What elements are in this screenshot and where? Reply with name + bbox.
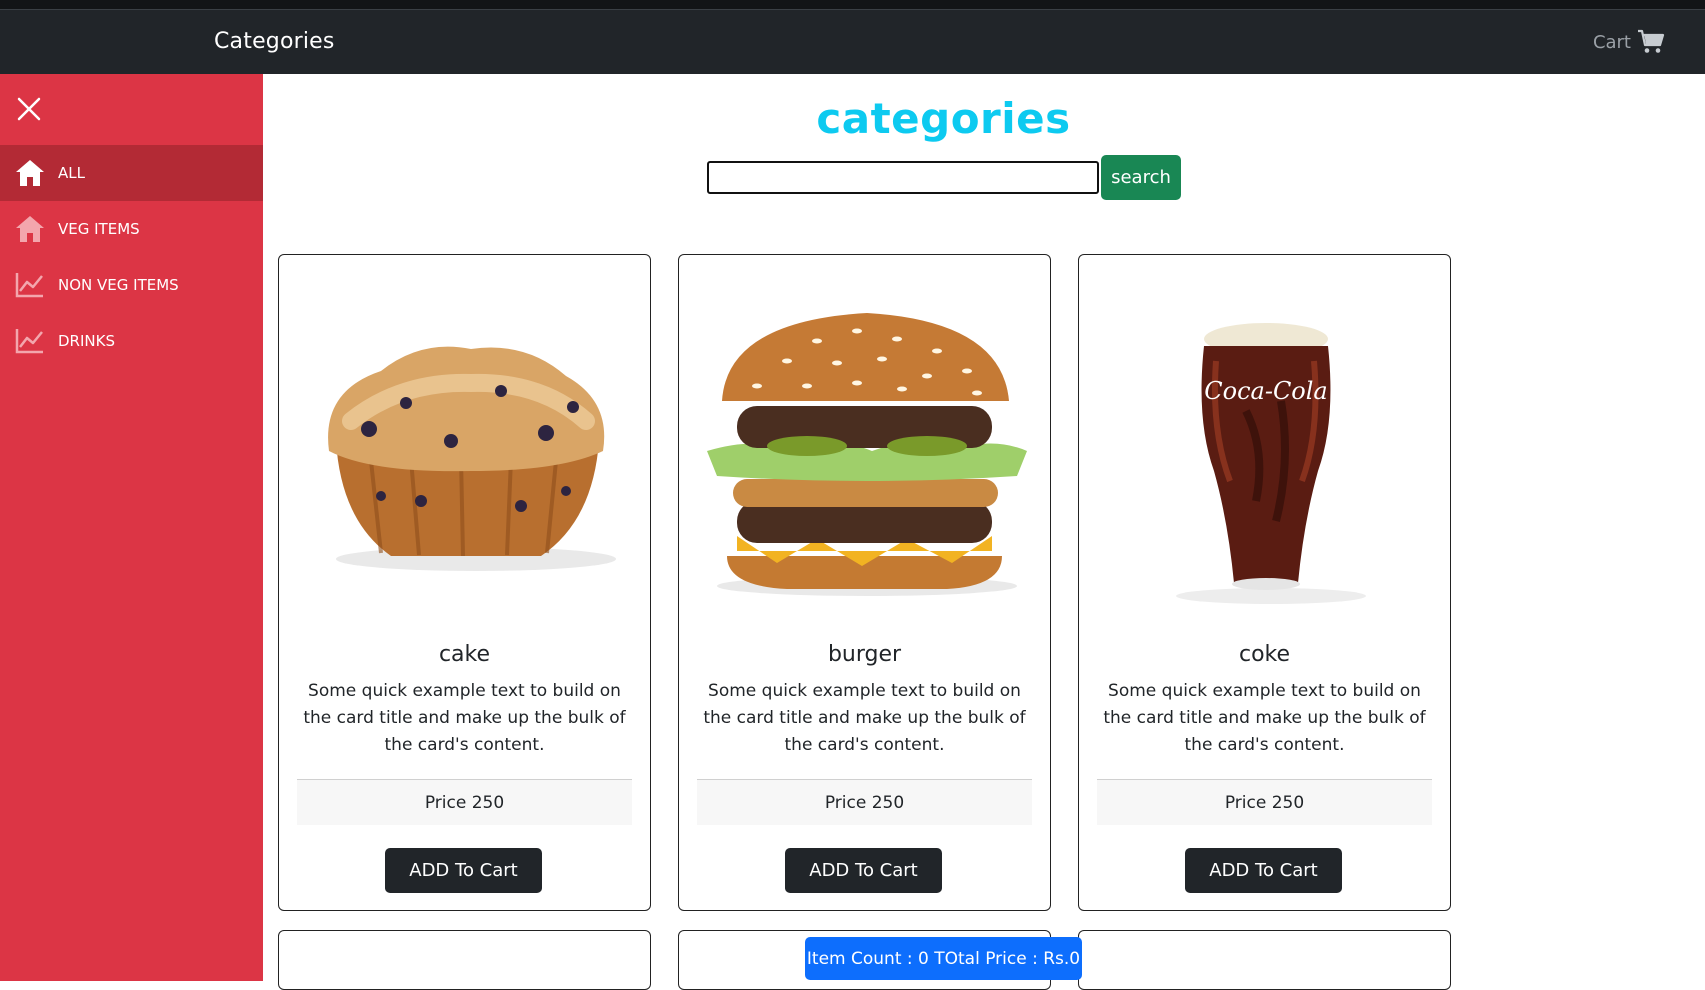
card-text: Some quick example text to build on the … xyxy=(703,681,1026,755)
window-top-strip xyxy=(0,0,1705,10)
add-to-cart-button[interactable]: ADD To Cart xyxy=(785,848,942,893)
product-card-partial xyxy=(1078,930,1451,990)
coca-cola-glass-image: Coca-Cola xyxy=(1097,273,1434,628)
close-icon[interactable] xyxy=(16,96,42,122)
chart-line-icon xyxy=(14,269,46,301)
card-price: Price 250 xyxy=(297,779,632,825)
home-icon xyxy=(14,213,46,245)
chart-line-icon xyxy=(14,325,46,357)
sidebar-item-label: DRINKS xyxy=(58,332,115,350)
categories-heading: categories xyxy=(816,94,1071,143)
card-title: burger xyxy=(827,642,902,667)
home-icon xyxy=(14,157,46,189)
search-bar: search xyxy=(707,155,1181,200)
sidebar-menu: ALL VEG ITEMS NON VEG ITEMS DRINKS xyxy=(0,145,263,369)
main-content: categories search cake Some quick exampl… xyxy=(263,74,1705,990)
card-price: Price 250 xyxy=(1097,779,1432,825)
card-title: cake xyxy=(438,642,491,667)
cart-icon xyxy=(1638,29,1665,53)
card-price: Price 250 xyxy=(697,779,1032,825)
sidebar: ALL VEG ITEMS NON VEG ITEMS DRINKS xyxy=(0,74,263,981)
cart-link[interactable]: Cart xyxy=(1593,29,1665,55)
cart-label: Cart xyxy=(1592,31,1631,53)
card-title: coke xyxy=(1238,642,1291,667)
product-card-coke: Coca-Cola coke Some quick example text t… xyxy=(1078,254,1451,911)
sidebar-item-label: ALL xyxy=(58,164,85,182)
product-card-cake: cake Some quick example text to build on… xyxy=(278,254,651,911)
add-to-cart-button[interactable]: ADD To Cart xyxy=(385,848,542,893)
muffin-image xyxy=(297,273,634,628)
sidebar-item-all[interactable]: ALL xyxy=(0,145,263,201)
sidebar-item-label: VEG ITEMS xyxy=(58,220,140,238)
search-input[interactable] xyxy=(707,161,1099,194)
sidebar-item-non-veg-items[interactable]: NON VEG ITEMS xyxy=(0,257,263,313)
burger-image xyxy=(697,273,1034,628)
search-button[interactable]: search xyxy=(1101,155,1181,200)
product-card-partial xyxy=(278,930,651,990)
card-text: Some quick example text to build on the … xyxy=(303,681,626,755)
add-to-cart-button[interactable]: ADD To Cart xyxy=(1185,848,1342,893)
card-text: Some quick example text to build on the … xyxy=(1103,681,1426,755)
sidebar-item-veg-items[interactable]: VEG ITEMS xyxy=(0,201,263,257)
navbar: Categories Cart xyxy=(0,10,1705,74)
sidebar-item-label: NON VEG ITEMS xyxy=(58,276,179,294)
sidebar-item-drinks[interactable]: DRINKS xyxy=(0,313,263,369)
coca-cola-logo: Coca-Cola xyxy=(1204,377,1327,405)
cart-summary-badge[interactable]: Item Count : 0 TOtal Price : Rs.0 xyxy=(805,937,1082,980)
product-card-burger: burger Some quick example text to build … xyxy=(678,254,1051,911)
page-title: Categories xyxy=(214,29,335,54)
